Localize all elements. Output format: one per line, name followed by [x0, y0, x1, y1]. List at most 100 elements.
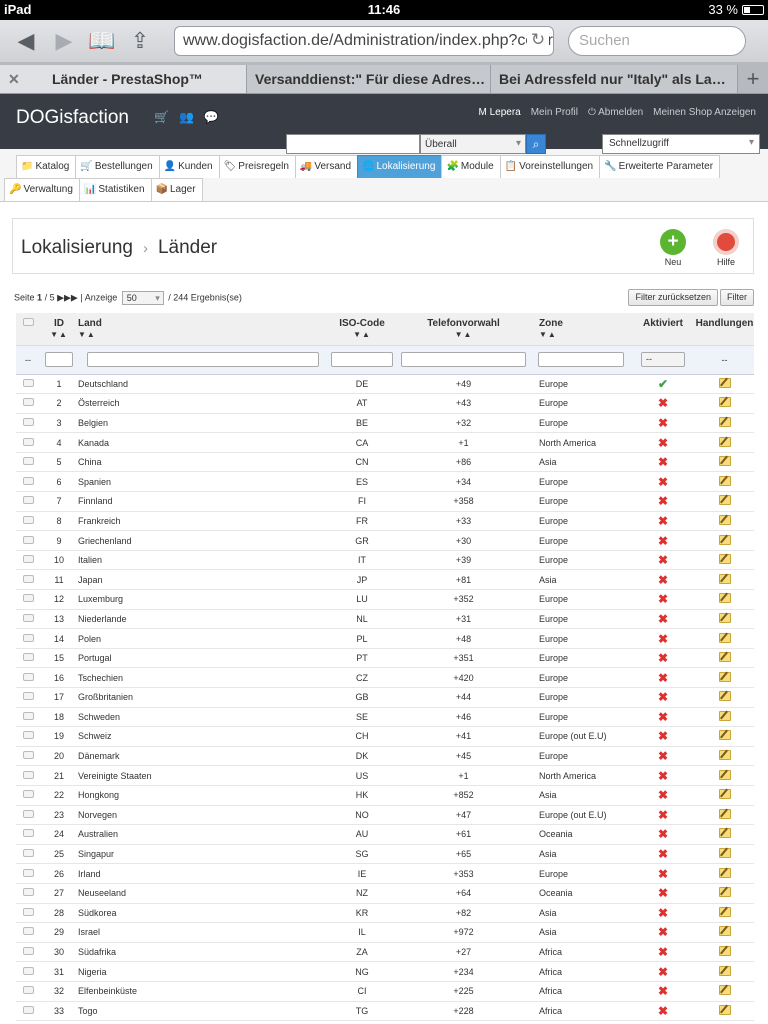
menu-item-lokalisierung[interactable]: 🌐 Lokalisierung	[357, 155, 443, 178]
cross-icon[interactable]: ✖	[658, 965, 668, 979]
quick-access-select[interactable]: Schnellzugriff	[602, 134, 760, 154]
cross-icon[interactable]: ✖	[658, 847, 668, 861]
new-tab-icon[interactable]: +	[738, 65, 768, 93]
edit-icon[interactable]	[718, 495, 731, 506]
row-checkbox[interactable]	[22, 829, 34, 838]
sort-arrows-icon[interactable]: ▼▲	[539, 330, 631, 340]
row-checkbox[interactable]	[22, 535, 34, 544]
menu-item-katalog[interactable]: 📁 Katalog	[16, 155, 77, 178]
row-checkbox[interactable]	[22, 574, 34, 583]
edit-icon[interactable]	[718, 456, 731, 467]
table-row[interactable]: 7 Finnland FI +358 Europe ✖	[16, 491, 754, 512]
menu-item-lager[interactable]: 📦 Lager	[150, 178, 203, 201]
row-checkbox[interactable]	[22, 457, 34, 466]
row-checkbox[interactable]	[22, 770, 34, 779]
row-checkbox[interactable]	[22, 476, 34, 485]
table-row[interactable]: 24 Australien AU +61 Oceania ✖	[16, 824, 754, 845]
table-row[interactable]: 33 Togo TG +228 Africa ✖	[16, 1001, 754, 1022]
edit-icon[interactable]	[718, 946, 731, 957]
edit-icon[interactable]	[718, 691, 731, 702]
table-row[interactable]: 14 Polen PL +48 Europe ✖	[16, 628, 754, 649]
cross-icon[interactable]: ✖	[658, 788, 668, 802]
table-row[interactable]: 22 Hongkong HK +852 Asia ✖	[16, 785, 754, 806]
row-checkbox[interactable]	[22, 496, 34, 505]
cross-icon[interactable]: ✖	[658, 632, 668, 646]
edit-icon[interactable]	[718, 612, 731, 623]
filter-iso-input[interactable]	[331, 352, 393, 367]
row-checkbox[interactable]	[22, 378, 34, 387]
filter-zone-input[interactable]	[538, 352, 624, 367]
cross-icon[interactable]: ✖	[658, 553, 668, 567]
row-checkbox[interactable]	[22, 692, 34, 701]
cross-icon[interactable]: ✖	[658, 416, 668, 430]
filter-phone-input[interactable]	[401, 352, 526, 367]
row-checkbox[interactable]	[22, 927, 34, 936]
cross-icon[interactable]: ✖	[658, 573, 668, 587]
menu-item-bestellungen[interactable]: 🛒 Bestellungen	[75, 155, 160, 178]
table-row[interactable]: 4 Kanada CA +1 North America ✖	[16, 432, 754, 453]
edit-icon[interactable]	[718, 828, 731, 839]
cross-icon[interactable]: ✖	[658, 827, 668, 841]
table-row[interactable]: 20 Dänemark DK +45 Europe ✖	[16, 746, 754, 767]
edit-icon[interactable]	[718, 377, 731, 388]
edit-icon[interactable]	[718, 769, 731, 780]
filter-id-input[interactable]	[45, 352, 73, 367]
check-icon[interactable]: ✔	[658, 377, 668, 391]
table-row[interactable]: 8 Frankreich FR +33 Europe ✖	[16, 511, 754, 532]
edit-icon[interactable]	[718, 808, 731, 819]
sort-arrows-icon[interactable]: ▼▲	[396, 330, 531, 340]
row-checkbox[interactable]	[22, 594, 34, 603]
edit-icon[interactable]	[718, 416, 731, 427]
row-checkbox[interactable]	[22, 1005, 34, 1014]
new-button[interactable]: + Neu	[655, 229, 691, 267]
col-zone[interactable]: Zone ▼▲	[531, 313, 631, 346]
cross-icon[interactable]: ✖	[658, 867, 668, 881]
row-checkbox[interactable]	[22, 986, 34, 995]
table-row[interactable]: 2 Österreich AT +43 Europe ✖	[16, 393, 754, 414]
col-land[interactable]: Land ▼▲	[78, 313, 328, 346]
edit-icon[interactable]	[718, 534, 731, 545]
filter-land-input[interactable]	[87, 352, 319, 367]
table-row[interactable]: 29 Israel IL +972 Asia ✖	[16, 922, 754, 943]
table-row[interactable]: 10 Italien IT +39 Europe ✖	[16, 550, 754, 571]
cross-icon[interactable]: ✖	[658, 710, 668, 724]
tab-laender[interactable]: ✕ Länder - PrestaShop™	[0, 65, 247, 93]
row-checkbox[interactable]	[22, 809, 34, 818]
table-row[interactable]: 13 Niederlande NL +31 Europe ✖	[16, 609, 754, 630]
reset-filter-button[interactable]: Filter zurücksetzen	[628, 289, 718, 306]
edit-icon[interactable]	[718, 475, 731, 486]
table-row[interactable]: 31 Nigeria NG +234 Africa ✖	[16, 961, 754, 982]
table-row[interactable]: 32 Elfenbeinküste CI +225 Africa ✖	[16, 981, 754, 1002]
per-page-select[interactable]: 50	[121, 291, 164, 305]
table-row[interactable]: 6 Spanien ES +34 Europe ✖	[16, 471, 754, 493]
cross-icon[interactable]: ✖	[658, 455, 668, 469]
cross-icon[interactable]: ✖	[658, 671, 668, 685]
sort-arrows-icon[interactable]: ▼▲	[40, 330, 78, 340]
user-name[interactable]: M Lepera	[478, 107, 520, 118]
row-checkbox[interactable]	[22, 653, 34, 662]
row-checkbox[interactable]	[22, 555, 34, 564]
cross-icon[interactable]: ✖	[658, 690, 668, 704]
table-row[interactable]: 11 Japan JP +81 Asia ✖	[16, 569, 754, 591]
cross-icon[interactable]: ✖	[658, 984, 668, 998]
edit-icon[interactable]	[718, 906, 731, 917]
breadcrumb-parent[interactable]: Lokalisierung	[21, 237, 133, 258]
edit-icon[interactable]	[718, 397, 731, 408]
cross-icon[interactable]: ✖	[658, 769, 668, 783]
edit-icon[interactable]	[718, 593, 731, 604]
menu-item-kunden[interactable]: 👤 Kunden	[158, 155, 220, 178]
edit-icon[interactable]	[718, 887, 731, 898]
cross-icon[interactable]: ✖	[658, 592, 668, 606]
edit-icon[interactable]	[718, 985, 731, 996]
bookmarks-icon[interactable]: 📖	[86, 26, 118, 56]
edit-icon[interactable]	[718, 671, 731, 682]
row-checkbox[interactable]	[22, 672, 34, 681]
table-row[interactable]: 25 Singapur SG +65 Asia ✖	[16, 844, 754, 865]
table-row[interactable]: 1 Deutschland DE +49 Europe ✔	[16, 374, 754, 395]
cross-icon[interactable]: ✖	[658, 925, 668, 939]
table-row[interactable]: 12 Luxemburg LU +352 Europe ✖	[16, 589, 754, 610]
row-checkbox[interactable]	[22, 613, 34, 622]
table-row[interactable]: 26 Irland IE +353 Europe ✖	[16, 863, 754, 884]
messages-icon[interactable]: 💬	[204, 110, 219, 124]
select-all-checkbox[interactable]	[22, 318, 34, 326]
